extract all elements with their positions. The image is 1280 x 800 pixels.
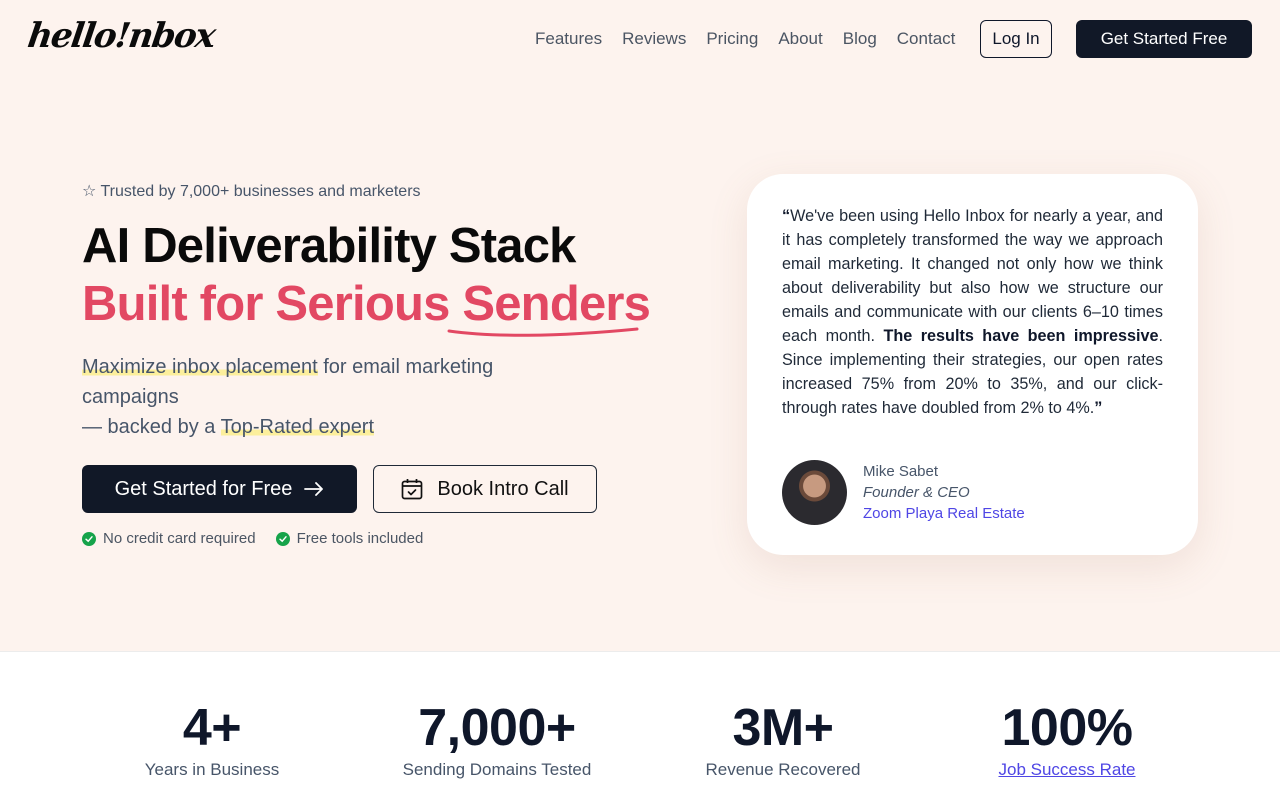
check-label: No credit card required bbox=[103, 530, 256, 547]
headline-underline-decoration bbox=[447, 327, 639, 337]
testimonial-card: “We've been using Hello Inbox for nearly… bbox=[747, 174, 1198, 555]
main-nav: Features Reviews Pricing About Blog Cont… bbox=[535, 28, 955, 50]
book-intro-call-button[interactable]: Book Intro Call bbox=[373, 465, 597, 513]
hero-subheadline: Maximize inbox placement for email marke… bbox=[82, 352, 552, 442]
stat-value: 100% bbox=[1001, 699, 1134, 757]
get-started-free-button[interactable]: Get Started for Free bbox=[82, 465, 357, 513]
nav-contact[interactable]: Contact bbox=[897, 28, 956, 50]
login-button[interactable]: Log In bbox=[980, 20, 1052, 58]
nav-pricing[interactable]: Pricing bbox=[706, 28, 758, 50]
nav-features[interactable]: Features bbox=[535, 28, 602, 50]
subheadline-text-2: — backed by a bbox=[82, 416, 221, 438]
check-circle-icon bbox=[275, 531, 290, 546]
open-quote-mark: “ bbox=[782, 207, 791, 225]
stats-section: 4+ Years in Business 7,000+ Sending Doma… bbox=[0, 651, 1280, 800]
site-header: hello!nbox Features Reviews Pricing Abou… bbox=[0, 0, 1280, 78]
highlight-inbox-placement: Maximize inbox placement bbox=[82, 356, 318, 378]
stat-job-success: 100% Job Success Rate bbox=[932, 698, 1202, 780]
testimonial-quote: “We've been using Hello Inbox for nearly… bbox=[782, 204, 1163, 420]
quote-text-1: We've been using Hello Inbox for nearly … bbox=[782, 207, 1163, 345]
nav-reviews[interactable]: Reviews bbox=[622, 28, 686, 50]
stat-domains: 7,000+ Sending Domains Tested bbox=[362, 698, 632, 780]
check-label: Free tools included bbox=[296, 530, 424, 547]
arrow-right-icon bbox=[304, 482, 324, 496]
get-started-nav-button[interactable]: Get Started Free bbox=[1076, 20, 1252, 58]
check-circle-icon bbox=[82, 531, 96, 546]
stat-label: Years in Business bbox=[144, 760, 280, 779]
headline-line-1: AI Deliverability Stack bbox=[82, 219, 576, 273]
stat-revenue: 3M+ Revenue Recovered bbox=[648, 698, 918, 780]
author-role: Founder & CEO bbox=[863, 484, 970, 501]
stat-value: 3M+ bbox=[732, 699, 834, 757]
stat-years: 4+ Years in Business bbox=[77, 698, 347, 780]
author-name: Mike Sabet bbox=[863, 463, 939, 480]
logo[interactable]: hello!nbox bbox=[25, 16, 217, 56]
close-quote-mark: ” bbox=[1094, 399, 1103, 417]
cta-primary-label: Get Started for Free bbox=[114, 477, 293, 500]
stat-value: 7,000+ bbox=[418, 699, 576, 757]
hero-checklist: No credit card required Free tools inclu… bbox=[82, 530, 423, 547]
stat-label: Sending Domains Tested bbox=[402, 760, 592, 779]
nav-blog[interactable]: Blog bbox=[843, 28, 877, 50]
highlight-top-rated: Top-Rated expert bbox=[220, 416, 375, 438]
check-item-free-tools: Free tools included bbox=[275, 530, 424, 547]
nav-about[interactable]: About bbox=[778, 28, 822, 50]
job-success-rate-link[interactable]: Job Success Rate bbox=[932, 760, 1202, 780]
calendar-icon bbox=[402, 479, 423, 500]
avatar bbox=[782, 460, 847, 525]
stat-label: Revenue Recovered bbox=[705, 760, 861, 779]
trusted-badge: ☆ Trusted by 7,000+ businesses and marke… bbox=[82, 183, 421, 200]
stat-value: 4+ bbox=[182, 699, 242, 757]
cta-secondary-label: Book Intro Call bbox=[437, 477, 569, 500]
check-item-no-card: No credit card required bbox=[82, 530, 256, 547]
quote-text-bold: The results have been impressive bbox=[883, 327, 1159, 345]
author-company-link[interactable]: Zoom Playa Real Estate bbox=[863, 505, 1025, 522]
